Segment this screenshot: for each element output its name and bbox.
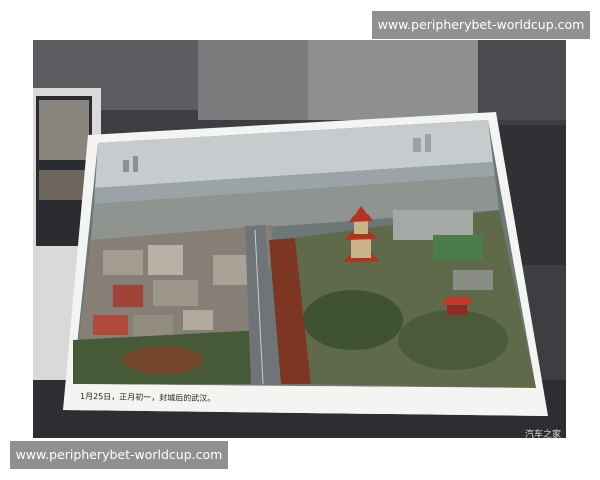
watermark-top: www.peripherybet-worldcup.com (372, 11, 590, 39)
gallery-photo (33, 40, 566, 438)
watermark-bottom: www.peripherybet-worldcup.com (10, 441, 228, 469)
gallery-scene-illustration (33, 40, 566, 438)
corner-watermark: 汽车之家 (525, 430, 562, 440)
photo-scene-root: 1月25日，正月初一，封城后的武汉。 汽车之家 www.peripherybet… (0, 0, 600, 480)
photo-caption: 1月25日，正月初一，封城后的武汉。 (80, 391, 216, 404)
